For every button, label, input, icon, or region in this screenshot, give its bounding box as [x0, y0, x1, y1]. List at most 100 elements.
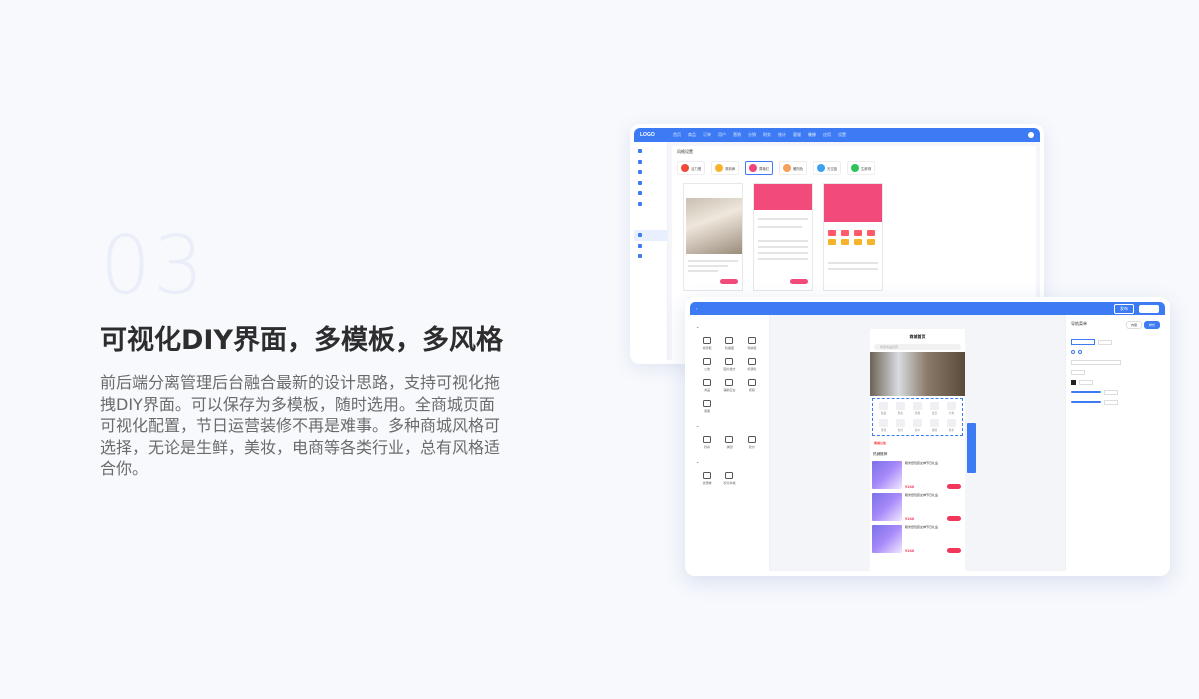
nav-item[interactable]: 客服 [793, 132, 801, 138]
sidebar-subitem[interactable] [634, 209, 667, 220]
component-item[interactable]: 辅助空白 [718, 379, 740, 392]
component-label: 轮播图 [724, 346, 734, 350]
sidebar-item[interactable] [634, 146, 667, 157]
component-item[interactable]: 导航组 [741, 337, 763, 350]
component-icon [725, 337, 734, 344]
nav-item[interactable]: 设置 [838, 132, 846, 138]
nav-grid-item[interactable]: 砍价 [909, 419, 926, 432]
component-item[interactable]: 优惠券 [696, 472, 718, 485]
save-button[interactable]: 保存 [1139, 304, 1159, 313]
section-description: 前后端分离管理后台融合最新的设计思路，支持可视化拖拽DIY界面。可以保存为多模板… [100, 373, 501, 478]
sidebar-item[interactable] [634, 167, 667, 178]
component-label: 拼团 [726, 445, 733, 449]
component-group-title[interactable]: ⌄ [696, 459, 763, 464]
sidebar-subitem[interactable] [634, 220, 667, 231]
radio-option[interactable] [1078, 350, 1082, 354]
component-item[interactable]: 搜索框 [696, 337, 718, 350]
nav-grid-item[interactable]: 拼团 [926, 419, 943, 432]
sidebar-item[interactable] [634, 251, 667, 262]
color-field[interactable] [1071, 369, 1085, 375]
component-group-title[interactable]: ⌄ [696, 324, 763, 329]
theme-chip[interactable]: 生鲜绿 [847, 161, 875, 175]
product-price: ¥168 [905, 548, 914, 553]
avatar[interactable] [1028, 132, 1034, 138]
sidebar-item[interactable] [634, 178, 667, 189]
theme-name: 生鲜绿 [861, 166, 872, 171]
theme-chip[interactable]: 蔷薇红 [745, 161, 773, 175]
menu-icon [638, 254, 642, 259]
component-item[interactable]: 客服 [696, 400, 718, 413]
component-item[interactable]: 砍价 [741, 436, 763, 449]
nav-grid-label: 分类 [948, 412, 955, 415]
nav-item[interactable]: 装修 [808, 132, 816, 138]
theme-chip[interactable]: 暖阳色 [779, 161, 807, 175]
nav-grid-item[interactable]: 签到 [875, 419, 892, 432]
banner-image[interactable] [870, 352, 965, 396]
slider[interactable] [1071, 401, 1101, 403]
nav-grid-item[interactable]: 积分 [892, 419, 909, 432]
component-item[interactable]: 视频 [741, 379, 763, 392]
component-icon [703, 400, 712, 407]
nav-item[interactable]: 统计 [778, 132, 786, 138]
component-icon [703, 436, 712, 443]
select-field[interactable] [1071, 359, 1121, 365]
nav-item[interactable]: 应用 [823, 132, 831, 138]
phone-search-input[interactable]: 搜索商品名称 [874, 344, 961, 350]
admin-topbar-right [1028, 132, 1034, 138]
radio-option[interactable] [1071, 350, 1075, 354]
nav-item[interactable]: 首页 [673, 132, 681, 138]
color-swatch[interactable] [1071, 379, 1076, 385]
component-item[interactable]: 标题栏 [741, 358, 763, 371]
nav-grid-item[interactable]: 优惠 [909, 402, 926, 415]
style-option[interactable] [1071, 339, 1095, 345]
product-card[interactable]: 糯米纸包装女神节日礼盒 ¥168 [872, 461, 963, 491]
component-item[interactable]: 轮播图 [718, 337, 740, 350]
component-item[interactable]: 商品 [696, 379, 718, 392]
sidebar-item[interactable] [634, 157, 667, 168]
component-group-title[interactable]: ⌄ [696, 423, 763, 428]
nav-grid-item[interactable]: 热卖 [892, 402, 909, 415]
block-toolbar[interactable] [967, 423, 976, 473]
component-item[interactable]: 积分商城 [718, 472, 740, 485]
color-field[interactable] [1079, 379, 1093, 385]
nav-item[interactable]: 用户 [718, 132, 726, 138]
nav-grid-item[interactable]: 秒杀 [943, 419, 960, 432]
tab-1[interactable]: 样式 [1143, 321, 1160, 329]
nav-item[interactable]: 订单 [703, 132, 711, 138]
component-icon [747, 436, 756, 443]
nav-item[interactable]: 商品 [688, 132, 696, 138]
notice-bar[interactable]: 商城公告 [872, 439, 963, 447]
nav-grid-item[interactable]: 会员 [926, 402, 943, 415]
product-card[interactable]: 糯米纸包装女神节日礼盒 ¥168 [872, 493, 963, 523]
theme-chip[interactable]: 清新黄 [711, 161, 739, 175]
component-item[interactable]: 图片魔方 [718, 358, 740, 371]
sidebar-item-active[interactable] [634, 230, 667, 241]
slider-value[interactable] [1104, 389, 1118, 395]
publish-button[interactable]: 发布 [1114, 303, 1134, 314]
slider-value[interactable] [1104, 399, 1118, 405]
component-item[interactable]: 公告 [696, 358, 718, 371]
style-option[interactable] [1098, 339, 1112, 345]
nav-item[interactable]: 分销 [748, 132, 756, 138]
back-icon[interactable]: ‹ [696, 306, 697, 311]
theme-chip[interactable]: 活力橙 [677, 161, 705, 175]
nav-grid[interactable]: 新品 热卖 优惠 会员 分类签到 积分 砍价 拼团 秒杀 [872, 398, 963, 436]
product-card[interactable]: 糯米纸包装女神节日礼盒 ¥168 [872, 525, 963, 555]
tab-0[interactable]: 内容 [1125, 321, 1142, 329]
theme-chip[interactable]: 天空蓝 [813, 161, 841, 175]
sidebar-item[interactable] [634, 199, 667, 210]
buy-button[interactable] [947, 484, 961, 489]
component-item[interactable]: 拼团 [718, 436, 740, 449]
nav-item[interactable]: 营销 [733, 132, 741, 138]
slider[interactable] [1071, 391, 1101, 393]
sidebar-item[interactable] [634, 188, 667, 199]
sidebar-item[interactable] [634, 241, 667, 252]
component-item[interactable]: 秒杀 [696, 436, 718, 449]
nav-grid-icon [913, 402, 922, 410]
buy-button[interactable] [947, 548, 961, 553]
nav-grid-item[interactable]: 分类 [943, 402, 960, 415]
nav-grid-item[interactable]: 新品 [875, 402, 892, 415]
nav-item[interactable]: 财务 [763, 132, 771, 138]
buy-button[interactable] [947, 516, 961, 521]
component-label: 标题栏 [747, 367, 757, 371]
